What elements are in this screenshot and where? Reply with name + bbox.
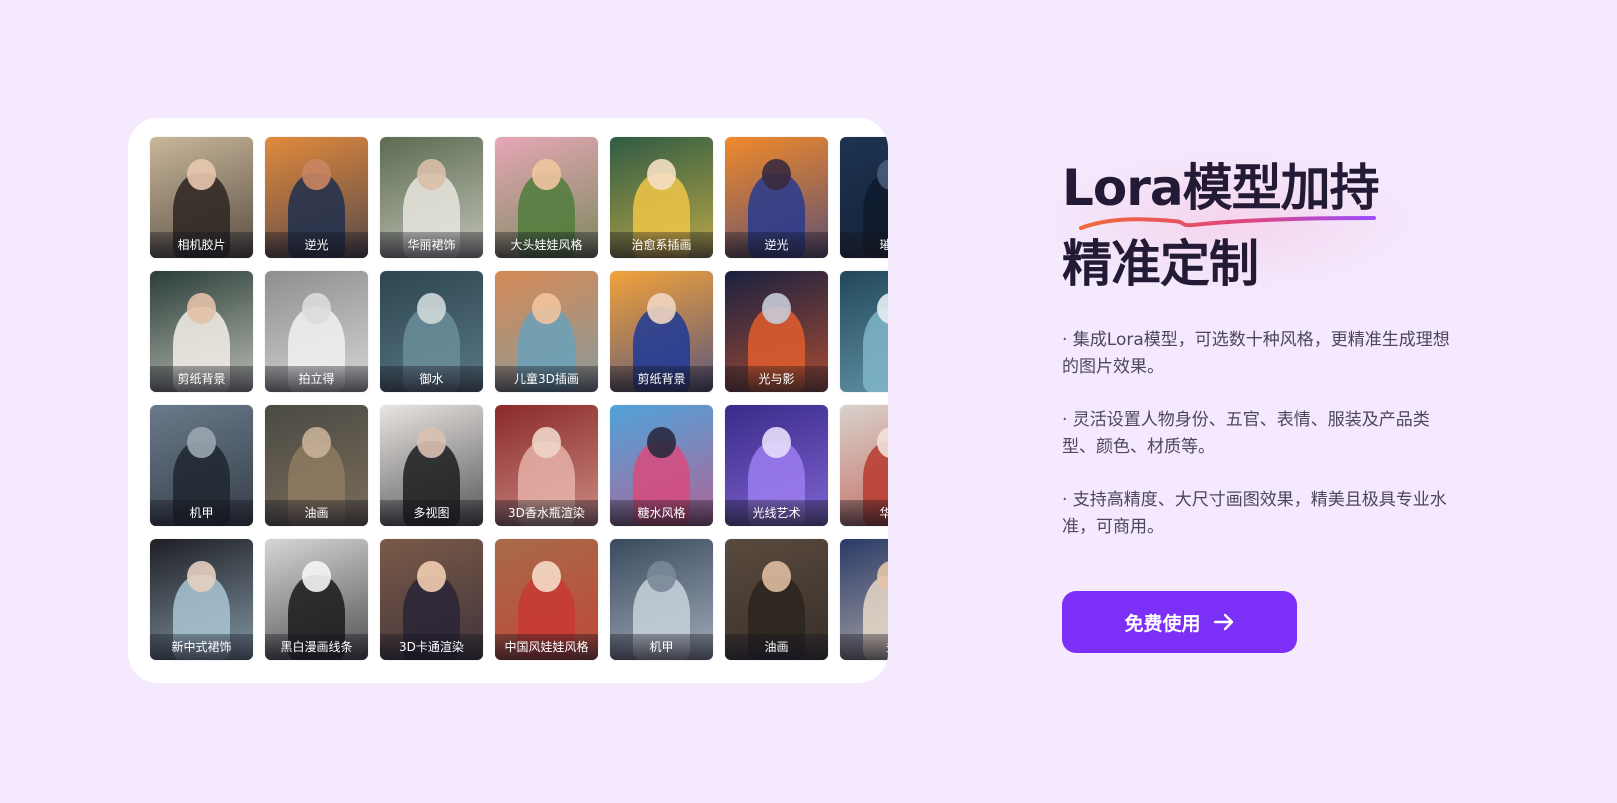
style-tile[interactable]: 拍立得 — [265, 271, 368, 392]
thumbnail-face — [302, 292, 331, 325]
style-tile-label: 逆光 — [265, 232, 368, 258]
thumbnail-face — [417, 292, 446, 325]
style-tile[interactable]: 中国风娃娃风格 — [495, 539, 598, 660]
thumbnail-face — [302, 560, 331, 593]
style-tile-label: 机甲 — [150, 500, 253, 526]
thumbnail-face — [532, 560, 561, 593]
style-tile[interactable]: 相机胶片 — [150, 137, 253, 258]
style-tile[interactable]: 3D卡通渲染 — [380, 539, 483, 660]
style-tile[interactable]: 儿童3D插画 — [495, 271, 598, 392]
thumbnail-face — [187, 292, 216, 325]
style-tile[interactable]: 光线艺术 — [725, 405, 828, 526]
style-tile[interactable]: 治愈系插画 — [610, 137, 713, 258]
feature-item: · 灵活设置人物身份、五官、表情、服装及产品类型、颜色、材质等。 — [1062, 410, 1430, 457]
thumbnail-face — [762, 560, 791, 593]
style-tile[interactable]: 新中式裙饰 — [150, 539, 253, 660]
style-tile-label: 多 — [840, 634, 888, 660]
style-tile[interactable]: 剪纸背景 — [150, 271, 253, 392]
thumbnail-face — [302, 158, 331, 191]
style-tile[interactable]: 多视图 — [380, 405, 483, 526]
thumbnail-face — [762, 158, 791, 191]
thumbnail-face — [647, 426, 676, 459]
style-tile[interactable]: 多 — [840, 539, 888, 660]
thumbnail-face — [532, 426, 561, 459]
style-tile-label: 拍立得 — [265, 366, 368, 392]
style-tile-label: 剪纸背景 — [610, 366, 713, 392]
style-tile[interactable]: 华丽裙饰 — [380, 137, 483, 258]
style-tile[interactable]: 剪纸背景 — [610, 271, 713, 392]
style-tile[interactable] — [840, 271, 888, 392]
thumbnail-face — [532, 158, 561, 191]
thumbnail-face — [417, 560, 446, 593]
style-tile-label: 华丽裙饰 — [380, 232, 483, 258]
style-tile-label: 光线艺术 — [725, 500, 828, 526]
style-tile-label: 3D香水瓶渲染 — [495, 500, 598, 526]
headline-line-2: 精准定制 — [1062, 235, 1259, 293]
free-use-button[interactable]: 免费使用 — [1062, 591, 1297, 653]
style-thumbnail — [840, 271, 888, 392]
thumbnail-face — [647, 292, 676, 325]
thumbnail-face — [762, 292, 791, 325]
style-tile-label: 儿童3D插画 — [495, 366, 598, 392]
style-tile[interactable]: 逆光 — [265, 137, 368, 258]
style-tile-label: 多视图 — [380, 500, 483, 526]
thumbnail-face — [187, 158, 216, 191]
style-tile[interactable]: 油画 — [725, 539, 828, 660]
style-tile[interactable]: 油画 — [265, 405, 368, 526]
style-tile[interactable]: 逆光 — [725, 137, 828, 258]
style-tile-label: 糖水风格 — [610, 500, 713, 526]
style-tile-label: 黑白漫画线条 — [265, 634, 368, 660]
thumbnail-face — [302, 426, 331, 459]
feature-item: · 集成Lora模型，可选数十种风格，更精准生成理想的图片效果。 — [1062, 330, 1450, 377]
style-tile-label: 璀璨 — [840, 232, 888, 258]
style-tile-label: 逆光 — [725, 232, 828, 258]
style-tile[interactable]: 机甲 — [150, 405, 253, 526]
style-gallery: 相机胶片逆光华丽裙饰大头娃娃风格治愈系插画逆光璀璨剪纸背景拍立得御水儿童3D插画… — [128, 118, 888, 683]
thumbnail-face — [187, 426, 216, 459]
style-tile-label: 中国风娃娃风格 — [495, 634, 598, 660]
style-tile-label: 机甲 — [610, 634, 713, 660]
feature-list: · 集成Lora模型，可选数十种风格，更精准生成理想的图片效果。 · 灵活设置人… — [1062, 327, 1452, 567]
style-grid: 相机胶片逆光华丽裙饰大头娃娃风格治愈系插画逆光璀璨剪纸背景拍立得御水儿童3D插画… — [150, 137, 888, 660]
thumbnail-face — [532, 292, 561, 325]
style-tile-label: 新中式裙饰 — [150, 634, 253, 660]
style-tile[interactable]: 大头娃娃风格 — [495, 137, 598, 258]
arrow-right-icon — [1213, 613, 1233, 631]
style-tile[interactable]: 机甲 — [610, 539, 713, 660]
thumbnail-face — [647, 158, 676, 191]
thumbnail-face — [762, 426, 791, 459]
style-tile[interactable]: 3D香水瓶渲染 — [495, 405, 598, 526]
style-tile[interactable]: 光与影 — [725, 271, 828, 392]
style-tile[interactable]: 黑白漫画线条 — [265, 539, 368, 660]
style-tile-label: 大头娃娃风格 — [495, 232, 598, 258]
style-tile-label: 治愈系插画 — [610, 232, 713, 258]
style-tile-label: 相机胶片 — [150, 232, 253, 258]
style-tile-label: 油画 — [265, 500, 368, 526]
style-tile[interactable]: 华丽 — [840, 405, 888, 526]
feature-item: · 支持高精度、大尺寸画图效果，精美且极具专业水准，可商用。 — [1062, 490, 1447, 537]
style-tile-label: 华丽 — [840, 500, 888, 526]
style-tile-label: 光与影 — [725, 366, 828, 392]
style-tile[interactable]: 璀璨 — [840, 137, 888, 258]
style-tile[interactable]: 御水 — [380, 271, 483, 392]
free-use-button-label: 免费使用 — [1124, 612, 1201, 635]
thumbnail-face — [647, 560, 676, 593]
style-tile-label: 剪纸背景 — [150, 366, 253, 392]
style-tile-label: 3D卡通渲染 — [380, 634, 483, 660]
thumbnail-face — [417, 426, 446, 459]
style-tile-label: 油画 — [725, 634, 828, 660]
style-tile-label: 御水 — [380, 366, 483, 392]
thumbnail-face — [187, 560, 216, 593]
thumbnail-face — [417, 158, 446, 191]
headline-underline — [1079, 216, 1376, 230]
style-tile[interactable]: 糖水风格 — [610, 405, 713, 526]
